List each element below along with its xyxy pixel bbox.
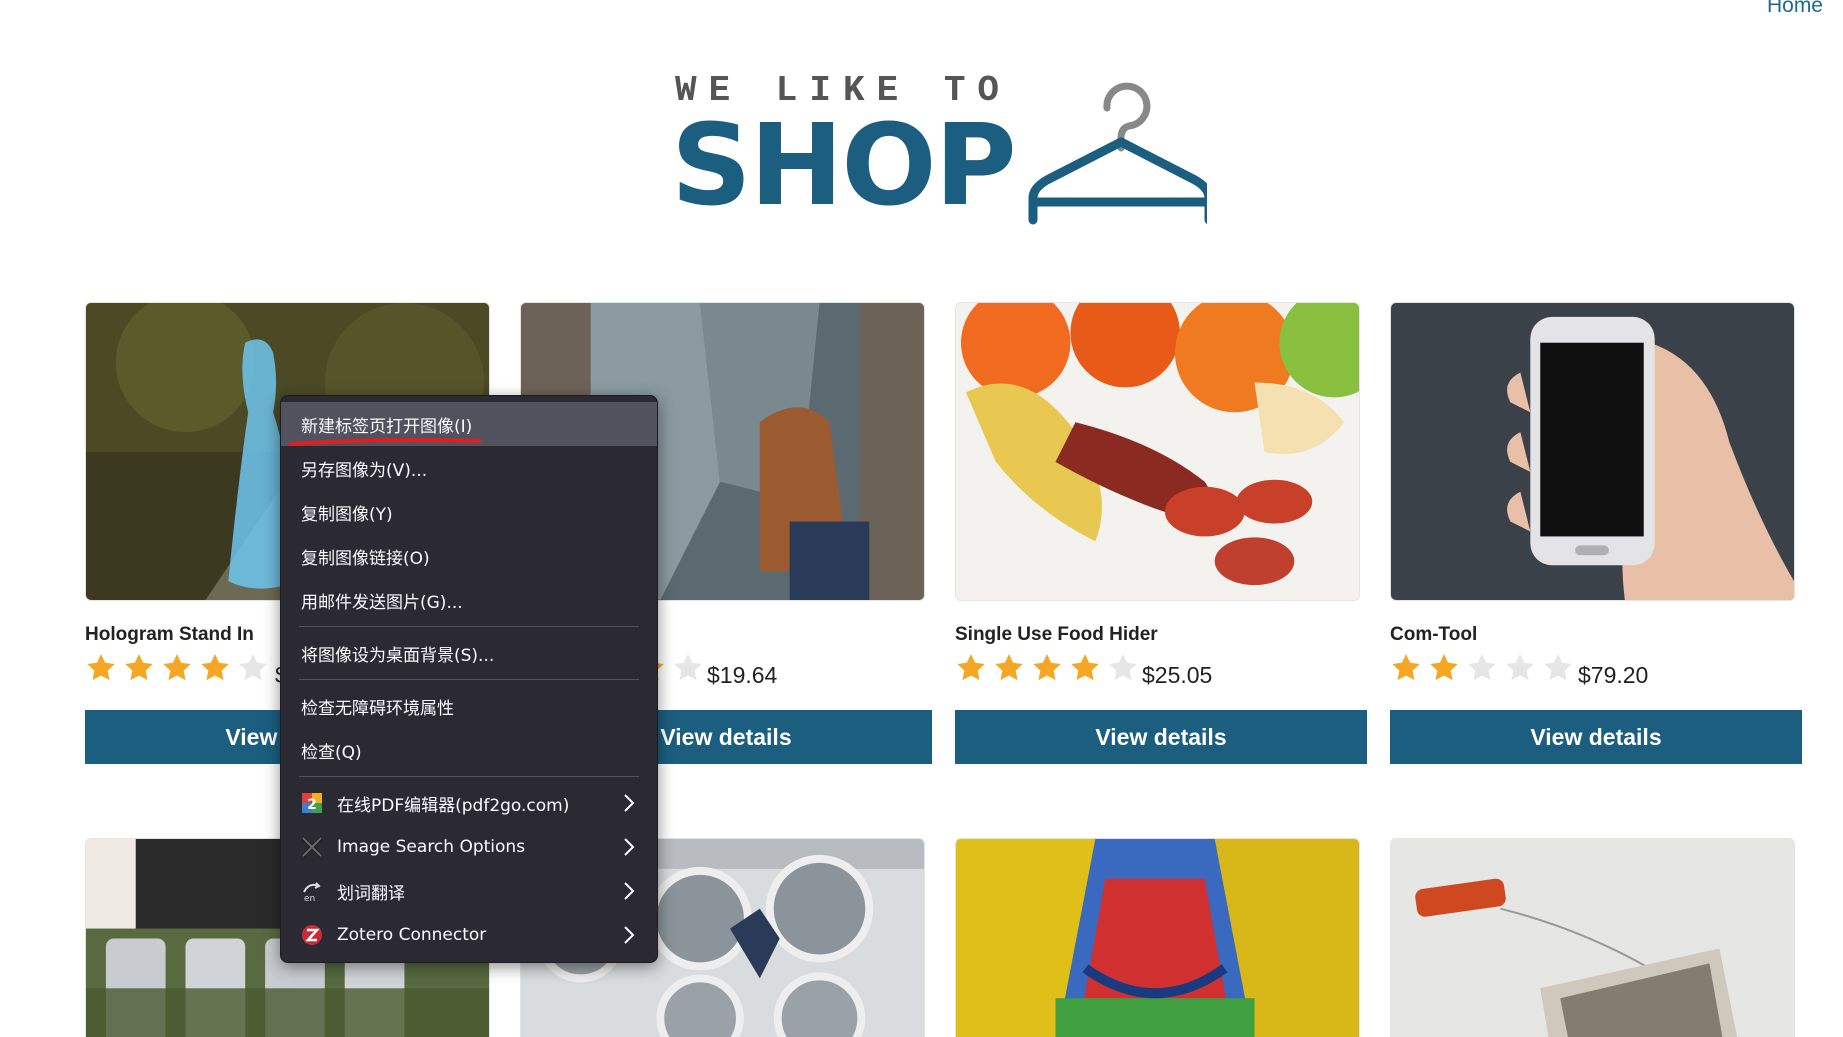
product-price: $25.05 — [1142, 662, 1213, 688]
star-empty-icon — [674, 654, 702, 681]
image-search-icon — [301, 836, 323, 858]
menu-copy-image-link[interactable]: 复制图像链接(O) — [281, 534, 657, 578]
chevron-right-icon — [624, 838, 635, 856]
star-filled-icon — [125, 654, 153, 681]
product-title: Hologram Stand In — [85, 624, 254, 645]
star-rating — [1390, 652, 1574, 684]
svg-text:2: 2 — [307, 797, 317, 813]
product-price: $19.64 — [707, 662, 778, 688]
zotero-icon — [301, 924, 323, 946]
menu-email-image[interactable]: 用邮件发送图片(G)... — [281, 578, 657, 622]
chevron-right-icon — [624, 926, 635, 944]
menu-item-label: Zotero Connector — [337, 925, 487, 945]
home-link[interactable]: Home — [1767, 0, 1823, 18]
view-details-button[interactable]: View details — [955, 710, 1367, 764]
star-empty-icon — [1109, 654, 1137, 681]
menu-item-label: 将图像设为桌面背景(S)... — [301, 645, 495, 666]
translate-icon: en — [301, 880, 323, 902]
logo-wordmark: SHOP — [671, 101, 1017, 231]
hanger-icon — [1028, 82, 1207, 225]
star-empty-icon — [1506, 654, 1534, 681]
product-image-bounce-house[interactable] — [955, 838, 1360, 1037]
menu-item-label: 检查(Q) — [301, 742, 362, 763]
menu-item-label: 复制图像(Y) — [301, 504, 393, 525]
menu-item-label: 在线PDF编辑器(pdf2go.com) — [337, 795, 570, 816]
menu-item-label: 划词翻译 — [337, 883, 405, 904]
menu-set-desktop-background[interactable]: 将图像设为桌面背景(S)... — [281, 631, 657, 675]
star-empty-icon — [239, 654, 267, 681]
menu-item-label: 检查无障碍环境属性 — [301, 698, 454, 719]
menu-save-image-as[interactable]: 另存图像为(V)... — [281, 446, 657, 490]
menu-separator — [299, 626, 639, 627]
product-image-food[interactable] — [955, 302, 1360, 601]
menu-image-search-options[interactable]: Image Search Options — [281, 825, 657, 869]
red-underline-annotation — [289, 438, 481, 446]
menu-zotero-connector[interactable]: Zotero Connector — [281, 913, 657, 957]
star-filled-icon — [1430, 654, 1458, 681]
menu-item-label: 新建标签页打开图像(I) — [301, 416, 473, 437]
star-filled-icon — [957, 654, 985, 681]
menu-item-label: 另存图像为(V)... — [301, 460, 428, 481]
star-filled-icon — [1033, 654, 1061, 681]
star-filled-icon — [995, 654, 1023, 681]
shop-logo: WE LIKE TO SHOP — [671, 70, 1215, 240]
menu-copy-image[interactable]: 复制图像(Y) — [281, 490, 657, 534]
menu-inspect[interactable]: 检查(Q) — [281, 728, 657, 772]
menu-open-image-new-tab[interactable]: 新建标签页打开图像(I) — [281, 402, 657, 446]
star-filled-icon — [1392, 654, 1420, 681]
menu-item-label: Image Search Options — [337, 837, 526, 857]
product-image-tea-bag[interactable] — [1390, 838, 1795, 1037]
menu-separator — [299, 776, 639, 777]
menu-separator — [299, 679, 639, 680]
menu-item-label: 用邮件发送图片(G)... — [301, 592, 463, 613]
pdf2go-icon: 2 — [301, 792, 323, 814]
product-title: Com-Tool — [1390, 624, 1478, 645]
star-filled-icon — [1071, 654, 1099, 681]
svg-text:en: en — [304, 894, 315, 902]
product-image-phone[interactable] — [1390, 302, 1795, 601]
image-context-menu: 新建标签页打开图像(I) 另存图像为(V)... 复制图像(Y) 复制图像链接(… — [280, 395, 658, 963]
chevron-right-icon — [624, 794, 635, 812]
menu-pdf2go[interactable]: 2 在线PDF编辑器(pdf2go.com) — [281, 781, 657, 825]
product-price: $79.20 — [1578, 662, 1649, 688]
star-filled-icon — [87, 654, 115, 681]
star-rating — [955, 652, 1139, 684]
star-rating — [85, 652, 269, 684]
view-details-button[interactable]: View details — [1390, 710, 1802, 764]
menu-item-label: 复制图像链接(O) — [301, 548, 430, 569]
product-title: Single Use Food Hider — [955, 624, 1158, 645]
menu-translate[interactable]: en 划词翻译 — [281, 869, 657, 913]
star-empty-icon — [1468, 654, 1496, 681]
star-filled-icon — [201, 654, 229, 681]
star-filled-icon — [163, 654, 191, 681]
menu-inspect-accessibility[interactable]: 检查无障碍环境属性 — [281, 684, 657, 728]
star-empty-icon — [1544, 654, 1572, 681]
chevron-right-icon — [624, 882, 635, 900]
